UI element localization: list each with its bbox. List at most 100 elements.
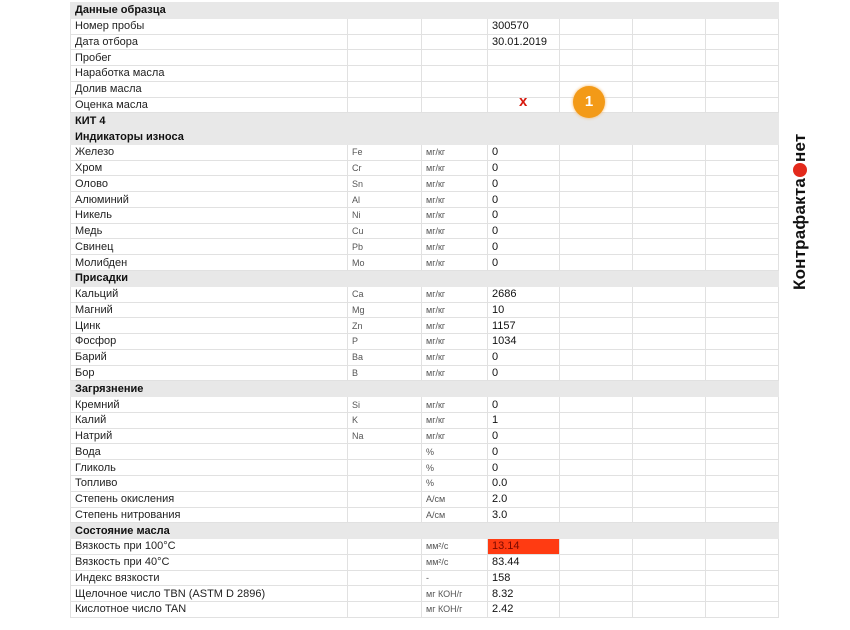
empty-cell	[704, 459, 780, 476]
unit: мм²/с	[421, 553, 488, 571]
section-title: Данные образца	[69, 2, 780, 19]
value: 0.0	[487, 474, 560, 492]
value: 0	[487, 459, 560, 476]
table-row: Оценка масла	[70, 96, 780, 114]
table-row: Свинец Pb мг/кг 0	[70, 238, 780, 256]
empty-cell	[632, 474, 706, 492]
value: 158	[487, 569, 560, 587]
empty-cell	[632, 317, 706, 335]
section-additives: Присадки	[69, 270, 780, 287]
value: 0	[487, 143, 560, 161]
parameter-name: Вязкость при 40°C	[70, 553, 348, 571]
empty-cell	[559, 585, 633, 603]
value: 10	[487, 301, 560, 319]
table-row: Вода% 0	[70, 443, 780, 461]
parameter-name: Олово	[70, 175, 348, 193]
table-row: Железо Fe мг/кг 0	[70, 143, 780, 161]
unit	[421, 33, 488, 51]
empty-cell	[632, 585, 706, 603]
parameter-name: Вода	[70, 443, 348, 461]
unit: мг/кг	[421, 254, 488, 272]
element-symbol	[347, 490, 422, 508]
value: 1157	[487, 317, 560, 335]
empty-cell	[632, 143, 706, 161]
element-symbol: Ca	[347, 285, 422, 303]
table-row: Гликоль% 0	[70, 459, 780, 476]
empty-cell	[704, 238, 780, 256]
parameter-name: Алюминий	[70, 191, 348, 208]
element-symbol: P	[347, 333, 422, 350]
empty-cell	[704, 65, 780, 82]
value: 0	[487, 238, 560, 256]
parameter-name: Никель	[70, 206, 348, 224]
section-title: КИТ 4	[69, 112, 780, 130]
unit: мг/кг	[421, 143, 488, 161]
table-row: Долив масла	[70, 80, 780, 98]
parameter-name: Степень нитрования	[70, 506, 348, 524]
unit: мг/кг	[421, 364, 488, 382]
unit: А/см	[421, 490, 488, 508]
unit: мг/кг	[421, 411, 488, 429]
empty-cell	[704, 49, 780, 67]
value: 0	[487, 222, 560, 240]
unit: мг/кг	[421, 333, 488, 350]
parameter-name: Степень окисления	[70, 490, 348, 508]
value: 0	[487, 443, 560, 461]
element-symbol: Cr	[347, 159, 422, 177]
empty-cell	[704, 285, 780, 303]
element-symbol: Fe	[347, 143, 422, 161]
empty-cell	[559, 474, 633, 492]
element-symbol: Na	[347, 427, 422, 445]
empty-cell	[559, 490, 633, 508]
section-wear-indicators: Индикаторы износа	[69, 128, 780, 145]
parameter-name: Топливо	[70, 474, 348, 492]
value: 2.42	[487, 601, 560, 618]
value: 0	[487, 427, 560, 445]
parameter-name: Гликоль	[70, 459, 348, 476]
unit: мг/кг	[421, 427, 488, 445]
empty-cell	[704, 569, 780, 587]
empty-cell	[632, 96, 706, 114]
element-symbol	[347, 80, 422, 98]
parameter-name: Кремний	[70, 396, 348, 413]
value	[487, 65, 560, 82]
element-symbol	[347, 65, 422, 82]
empty-cell	[632, 254, 706, 272]
empty-cell	[559, 175, 633, 193]
element-symbol	[347, 585, 422, 603]
section-kit: КИТ 4	[69, 112, 780, 130]
empty-cell	[632, 364, 706, 382]
unit: мг/кг	[421, 285, 488, 303]
table-row: Кислотное число TAN мг КОН/г 2.42	[70, 601, 780, 618]
empty-cell	[704, 490, 780, 508]
empty-cell	[559, 364, 633, 382]
parameter-name: Номер пробы	[70, 17, 348, 35]
element-symbol: Pb	[347, 238, 422, 256]
empty-cell	[632, 443, 706, 461]
unit: %	[421, 443, 488, 461]
element-symbol: Ba	[347, 348, 422, 366]
element-symbol	[347, 569, 422, 587]
unit	[421, 65, 488, 82]
element-symbol: Al	[347, 191, 422, 208]
value: 0	[487, 191, 560, 208]
section-contamination: Загрязнение	[69, 380, 780, 398]
empty-cell	[632, 396, 706, 413]
parameter-name: Фосфор	[70, 333, 348, 350]
empty-cell	[704, 396, 780, 413]
element-symbol	[347, 601, 422, 618]
reject-cross-mark: x	[519, 93, 528, 110]
empty-cell	[632, 285, 706, 303]
empty-cell	[559, 317, 633, 335]
value: 8.32	[487, 585, 560, 603]
element-symbol: B	[347, 364, 422, 382]
empty-cell	[559, 443, 633, 461]
parameter-name: Вязкость при 100°C	[70, 538, 348, 555]
empty-cell	[559, 49, 633, 67]
empty-cell	[559, 427, 633, 445]
table-row: Степень окисления А/см 2.0	[70, 490, 780, 508]
empty-cell	[704, 206, 780, 224]
empty-cell	[559, 506, 633, 524]
section-title: Индикаторы износа	[69, 128, 780, 145]
empty-cell	[632, 65, 706, 82]
